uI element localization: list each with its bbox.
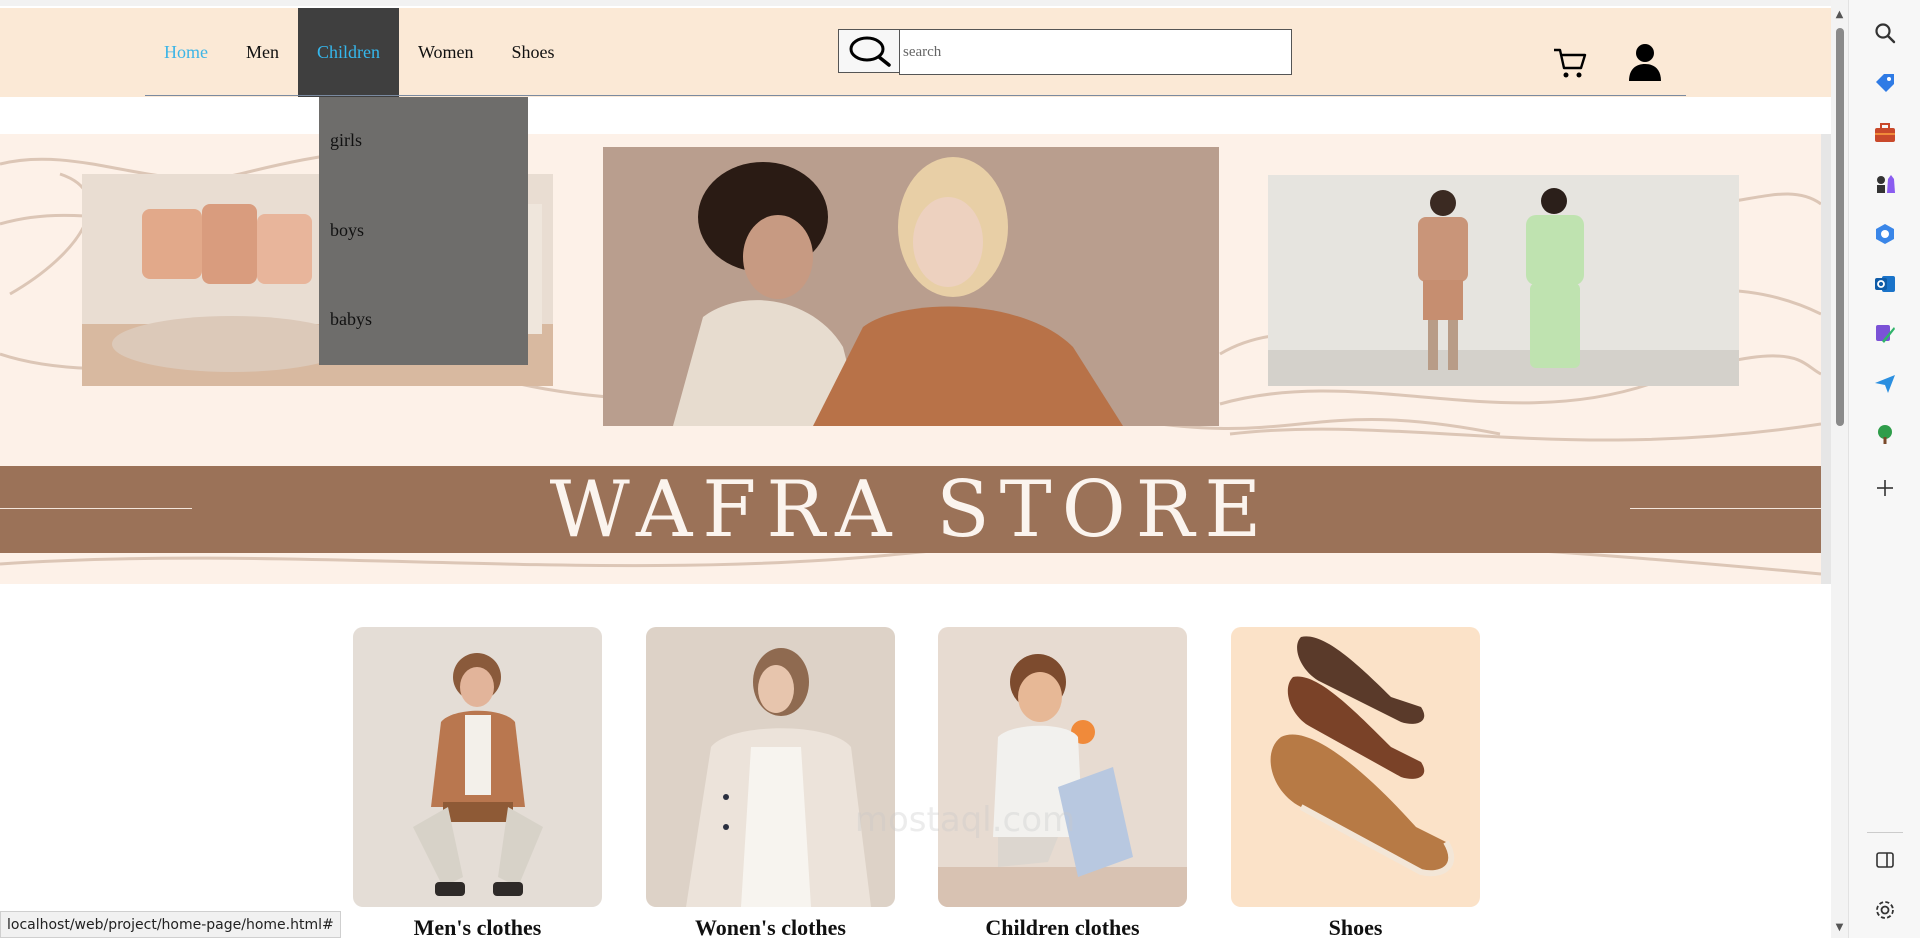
dropdown-item-girls[interactable]: girls <box>330 130 362 151</box>
edge-outlook-icon[interactable] <box>1872 271 1898 297</box>
dropdown-item-babys[interactable]: babys <box>330 309 372 330</box>
edge-search-icon[interactable] <box>1872 20 1898 46</box>
nav-underline <box>145 95 1686 96</box>
nav-women[interactable]: Women <box>399 8 493 97</box>
edge-separator <box>1867 832 1903 833</box>
scroll-thumb[interactable] <box>1836 28 1844 426</box>
hero-image-men <box>1268 175 1739 386</box>
user-icon[interactable] <box>1628 43 1662 81</box>
nav-home[interactable]: Home <box>145 8 227 97</box>
edge-tree-icon[interactable] <box>1872 421 1898 447</box>
search-input[interactable] <box>899 29 1292 75</box>
nav-men[interactable]: Men <box>227 8 298 97</box>
cart-icon[interactable] <box>1552 46 1588 80</box>
category-label-men[interactable]: Men's clothes <box>353 915 602 938</box>
category-card-men[interactable]: Men's clothes <box>353 627 602 938</box>
hero-image-women <box>603 147 1219 426</box>
search-button[interactable] <box>838 29 900 73</box>
category-image-children[interactable] <box>938 627 1187 907</box>
edge-add-icon[interactable] <box>1872 475 1898 501</box>
category-card-children[interactable]: Children clothes <box>938 627 1187 938</box>
category-label-shoes[interactable]: Shoes <box>1231 915 1480 938</box>
edge-copilot-icon[interactable] <box>1872 221 1898 247</box>
hero-section: WAFRA STORE <box>0 134 1821 584</box>
category-image-men[interactable] <box>353 627 602 907</box>
scroll-up-arrow[interactable]: ▲ <box>1834 9 1845 20</box>
edge-briefcase-icon[interactable] <box>1872 120 1898 146</box>
hero-scroll-strip <box>1821 134 1831 584</box>
nav-shoes[interactable]: Shoes <box>493 8 574 97</box>
category-label-children[interactable]: Children clothes <box>938 915 1187 938</box>
brand-title: WAFRA STORE <box>549 464 1272 555</box>
search-icon <box>849 36 891 67</box>
category-card-shoes[interactable]: Shoes <box>1231 627 1480 938</box>
edge-designer-icon[interactable] <box>1872 321 1898 347</box>
top-border <box>0 0 1831 6</box>
main-nav: Home Men Children Women Shoes <box>145 8 574 97</box>
children-dropdown-menu: girls boys babys <box>319 97 528 365</box>
dropdown-item-boys[interactable]: boys <box>330 220 364 241</box>
edge-chess-icon[interactable] <box>1872 171 1898 197</box>
edge-tag-icon[interactable] <box>1872 70 1898 96</box>
brand-banner: WAFRA STORE <box>0 464 1821 555</box>
edge-send-icon[interactable] <box>1872 371 1898 397</box>
category-card-women[interactable]: Wonen's clothes <box>646 627 895 938</box>
browser-status-bar: localhost/web/project/home-page/home.htm… <box>0 911 341 938</box>
web-page: Home Men Children Women Shoes search WAF… <box>0 0 1831 938</box>
scroll-down-arrow[interactable]: ▼ <box>1834 922 1845 933</box>
category-image-shoes[interactable] <box>1231 627 1480 907</box>
nav-children[interactable]: Children <box>298 8 399 97</box>
browser-sidebar <box>1848 0 1920 938</box>
status-url: localhost/web/project/home-page/home.htm… <box>7 916 334 933</box>
site-header: Home Men Children Women Shoes <box>0 8 1831 97</box>
edge-settings-icon[interactable] <box>1872 897 1898 923</box>
category-label-women[interactable]: Wonen's clothes <box>646 915 895 938</box>
edge-sidebar-toggle-icon[interactable] <box>1872 847 1898 873</box>
category-image-women[interactable] <box>646 627 895 907</box>
page-scrollbar[interactable]: ▲ ▼ <box>1831 0 1848 938</box>
